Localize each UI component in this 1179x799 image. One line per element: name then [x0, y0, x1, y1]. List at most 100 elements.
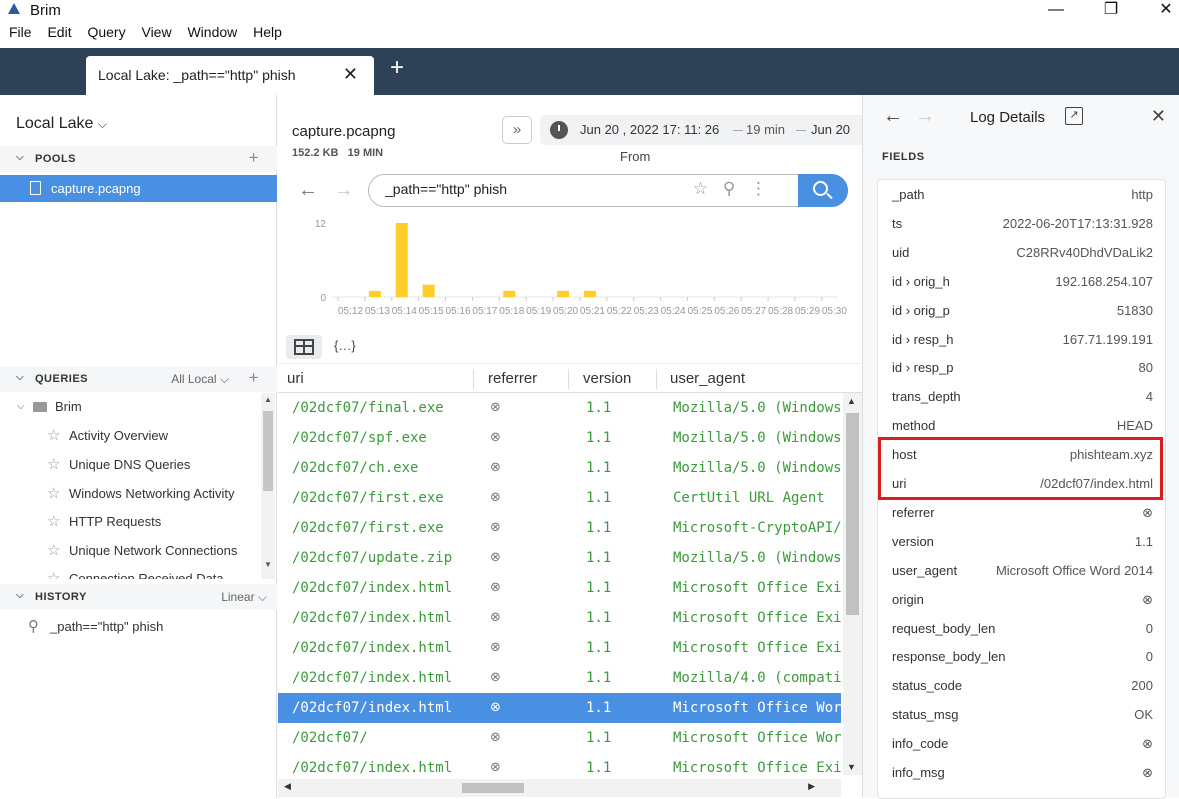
field-row[interactable]: response_body_len 0	[878, 643, 1165, 672]
star-icon[interactable]: ☆	[47, 541, 60, 559]
histogram-bar[interactable]	[557, 290, 570, 297]
scroll-down-icon[interactable]: ▼	[264, 560, 272, 569]
star-icon[interactable]: ☆	[47, 426, 60, 444]
minimize-button[interactable]: —	[1033, 0, 1079, 22]
star-icon[interactable]: ☆	[47, 484, 60, 502]
column-divider[interactable]	[473, 369, 474, 389]
histogram-chart[interactable]: 12005:12 05:13 05:14 05:15 05:16 05:17 05:18 05…	[298, 213, 858, 323]
column-divider[interactable]	[568, 369, 569, 389]
field-row[interactable]: version 1.1	[878, 528, 1165, 557]
menu-window[interactable]: Window	[187, 24, 237, 40]
field-row[interactable]: referrer ⊗	[878, 499, 1165, 528]
field-row[interactable]: trans_depth 4	[878, 383, 1165, 412]
table-row[interactable]: /02dcf07/first.exe ⊗ 1.1 Microsoft-CryptoAP…	[278, 513, 841, 543]
query-item[interactable]: ☆ Activity Overview	[0, 422, 262, 450]
pool-item-capture[interactable]: capture.pcapng	[0, 175, 277, 202]
column-user-agent[interactable]: user_agent	[670, 370, 745, 387]
new-tab-button[interactable]: +	[390, 54, 404, 82]
field-row[interactable]: status_code 200	[878, 672, 1165, 701]
field-row[interactable]: status_msg OK	[878, 701, 1165, 730]
query-item[interactable]: ☆ Connection Received Data	[0, 565, 262, 579]
history-section-header[interactable]: ⌵ HISTORY Linear ⌵	[0, 584, 277, 610]
field-row[interactable]: _path http	[878, 181, 1165, 210]
lake-selector[interactable]: Local Lake ⌵	[16, 115, 107, 133]
results-horizontal-scrollbar[interactable]: ◀ ▶	[278, 779, 841, 797]
back-arrow-icon[interactable]: ←	[883, 105, 903, 128]
table-row[interactable]: /02dcf07/first.exe ⊗ 1.1 CertUtil URL Agent	[278, 483, 841, 513]
pools-section-header[interactable]: ⌵ POOLS +	[0, 146, 277, 172]
table-row[interactable]: /02dcf07/final.exe ⊗ 1.1 Mozilla/5.0 (Windo…	[278, 393, 841, 423]
scroll-up-icon[interactable]: ▲	[847, 396, 856, 406]
history-sort-select[interactable]: Linear ⌵	[221, 590, 267, 605]
add-query-button[interactable]: +	[249, 368, 259, 388]
queries-filter-select[interactable]: All Local ⌵	[171, 372, 229, 387]
open-in-new-window-icon[interactable]: ↗	[1065, 107, 1083, 125]
table-row[interactable]: /02dcf07/index.html ⊗ 1.1 Microsoft Office …	[278, 603, 841, 633]
scroll-up-icon[interactable]: ▲	[264, 395, 272, 404]
forward-arrow-icon[interactable]: →	[334, 179, 354, 201]
close-details-icon[interactable]: ✕	[1151, 106, 1166, 127]
pin-icon[interactable]: ⚲	[723, 179, 735, 198]
field-row[interactable]: id › resp_p 80	[878, 354, 1165, 383]
query-item[interactable]: ☆ Unique DNS Queries	[0, 451, 262, 479]
table-row[interactable]: /02dcf07/spf.exe ⊗ 1.1 Mozilla/5.0 (Windows…	[278, 423, 841, 453]
search-input[interactable]	[385, 181, 685, 197]
table-row[interactable]: /02dcf07/index.html ⊗ 1.1 Microsoft Office …	[278, 633, 841, 663]
query-item[interactable]: ☆ Unique Network Connections	[0, 537, 262, 565]
history-item[interactable]: ⚲ _path=="http" phish	[0, 613, 277, 640]
tab-close-icon[interactable]: ✕	[343, 64, 358, 85]
field-row[interactable]: origin ⊗	[878, 586, 1165, 615]
time-range-picker[interactable]: Jun 20 , 2022 17: 11: 26 19 min Jun 20	[540, 115, 862, 145]
time-expand-button[interactable]: »	[502, 116, 532, 144]
scroll-down-icon[interactable]: ▼	[847, 762, 856, 772]
scrollbar-thumb[interactable]	[846, 413, 859, 615]
maximize-button[interactable]: ❐	[1088, 0, 1134, 22]
back-arrow-icon[interactable]: ←	[298, 179, 318, 201]
star-icon[interactable]: ☆	[47, 569, 60, 579]
json-view-button[interactable]: {…}	[334, 338, 356, 353]
histogram-bar[interactable]	[395, 223, 408, 297]
field-row[interactable]: id › orig_p 51830	[878, 297, 1165, 326]
scrollbar-thumb[interactable]	[263, 411, 273, 491]
query-folder-brim[interactable]: ⌵ Brim	[0, 393, 262, 421]
menu-view[interactable]: View	[141, 24, 171, 40]
scrollbar-thumb[interactable]	[462, 783, 524, 793]
star-icon[interactable]: ☆	[47, 512, 60, 530]
histogram-bar[interactable]	[503, 290, 516, 297]
table-row[interactable]: /02dcf07/update.zip ⊗ 1.1 Mozilla/5.0 (Wind…	[278, 543, 841, 573]
histogram-bar[interactable]	[583, 290, 596, 297]
menu-edit[interactable]: Edit	[47, 24, 71, 40]
query-item[interactable]: ☆ Windows Networking Activity	[0, 480, 262, 508]
histogram-bar[interactable]	[368, 290, 381, 297]
menu-help[interactable]: Help	[253, 24, 282, 40]
time-from[interactable]: Jun 20 , 2022 17: 11: 26	[580, 122, 719, 137]
results-vertical-scrollbar[interactable]: ▲ ▼	[843, 393, 862, 775]
column-divider[interactable]	[656, 369, 657, 389]
query-item[interactable]: ☆ HTTP Requests	[0, 508, 262, 536]
table-row[interactable]: /02dcf07/ch.exe ⊗ 1.1 Mozilla/5.0 (Windows …	[278, 453, 841, 483]
menu-file[interactable]: File	[9, 24, 32, 40]
field-row[interactable]: uid C28RRv40DhdVDaLik2	[878, 239, 1165, 268]
field-row[interactable]: ts 2022-06-20T17:13:31.928	[878, 210, 1165, 239]
histogram-bar[interactable]	[422, 284, 435, 297]
time-to[interactable]: Jun 20	[811, 122, 850, 137]
add-pool-button[interactable]: +	[249, 148, 259, 168]
close-window-button[interactable]: ✕	[1143, 0, 1179, 22]
forward-arrow-icon[interactable]: →	[915, 105, 935, 128]
tab-local-lake[interactable]: Local Lake: _path=="http" phish ✕	[86, 56, 374, 95]
column-referrer[interactable]: referrer	[488, 370, 537, 387]
field-row[interactable]: info_msg ⊗	[878, 759, 1165, 788]
star-icon[interactable]: ☆	[693, 179, 708, 198]
star-icon[interactable]: ☆	[47, 455, 60, 473]
menu-query[interactable]: Query	[87, 24, 125, 40]
queries-section-header[interactable]: ⌵ QUERIES All Local ⌵ +	[0, 366, 277, 392]
scroll-left-icon[interactable]: ◀	[284, 781, 291, 792]
table-view-button[interactable]	[286, 335, 322, 359]
column-uri[interactable]: uri	[287, 370, 304, 387]
table-row[interactable]: /02dcf07/ ⊗ 1.1 Microsoft Office Word 2	[278, 723, 841, 753]
run-search-button[interactable]	[798, 174, 848, 207]
scroll-right-icon[interactable]: ▶	[808, 781, 815, 792]
field-row[interactable]: info_code ⊗	[878, 730, 1165, 759]
queries-scrollbar[interactable]: ▲ ▼	[261, 393, 275, 579]
table-row[interactable]: /02dcf07/index.html ⊗ 1.1 Microsoft Office …	[278, 693, 841, 723]
